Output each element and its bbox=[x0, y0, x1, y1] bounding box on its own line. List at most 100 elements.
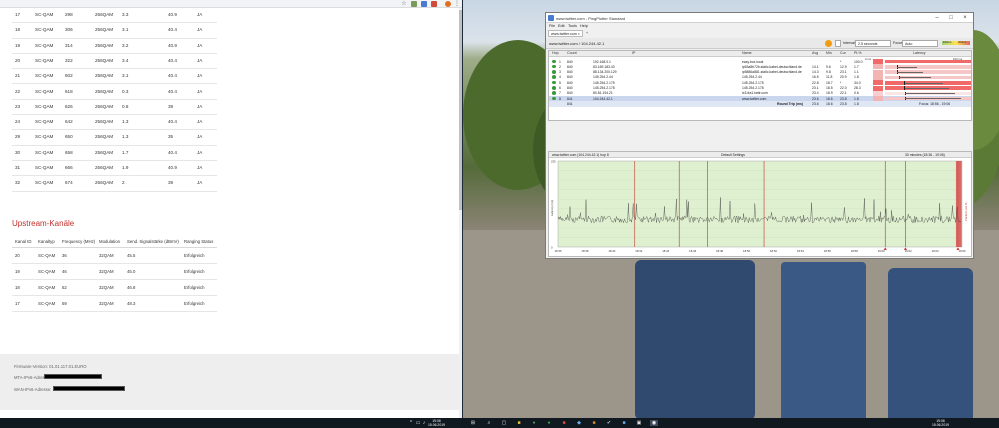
app-icon[interactable]: ■ bbox=[620, 420, 628, 426]
table-cell: 31 bbox=[15, 165, 21, 170]
app-icon[interactable]: ■ bbox=[560, 420, 568, 426]
search-icon[interactable]: ⌕ bbox=[485, 420, 493, 426]
minimize-icon[interactable]: – bbox=[931, 14, 943, 22]
table-row: 20 SC-QAM 322 256QAM 3.4 40.4 JA bbox=[12, 54, 217, 70]
avatar[interactable] bbox=[445, 1, 451, 7]
close-icon[interactable]: × bbox=[959, 14, 971, 22]
table-cell: 40.4 bbox=[168, 57, 177, 63]
chrome-icon[interactable]: ● bbox=[530, 420, 538, 426]
interval-select[interactable]: 2.5 seconds bbox=[855, 40, 891, 47]
timeline-range[interactable]: 30 minutes (18:36 - 19:06) bbox=[905, 153, 945, 157]
table-cell: 22 bbox=[15, 88, 21, 94]
latency-range-line bbox=[899, 77, 932, 78]
hop-pl: 1.8 bbox=[854, 96, 859, 101]
extension-red-icon[interactable] bbox=[431, 1, 437, 7]
focus-select[interactable]: Auto bbox=[902, 40, 938, 47]
col-ip[interactable]: IP bbox=[632, 51, 635, 57]
timeline-plot-area bbox=[557, 160, 963, 248]
table-cell: 18 bbox=[15, 285, 20, 290]
hop-status-icon bbox=[552, 70, 556, 74]
menu-file[interactable]: File bbox=[549, 24, 555, 28]
hop-avg: 23.4 bbox=[812, 91, 819, 96]
close-tab-icon[interactable]: × bbox=[578, 32, 580, 36]
pingplotter-titlebar: www.twitter.com - PingPlotter Standard –… bbox=[546, 13, 973, 23]
app-icon[interactable]: ◆ bbox=[575, 420, 583, 426]
hop-name: ip53a8b72b.static.kabel-deutschland.de bbox=[742, 64, 802, 69]
maximize-icon[interactable]: □ bbox=[945, 14, 957, 22]
table-cell: 20 bbox=[15, 57, 21, 63]
table-row: 24 SC-QAM 642 256QAM 1.3 40.4 JA bbox=[12, 115, 217, 131]
table-cell: 256QAM bbox=[95, 57, 114, 63]
taskbar-clock-secondary[interactable]: 19:06 15.06.2019 bbox=[932, 419, 949, 427]
hop-cur: 23.1 bbox=[840, 70, 847, 75]
x-tick-label: 19:06 bbox=[959, 249, 966, 253]
table-cell: SC-QAM bbox=[35, 42, 54, 48]
tray-expand-icon[interactable]: ^ bbox=[408, 420, 414, 426]
hop-count: 840 bbox=[567, 70, 573, 75]
x-tick-label: 18:36 bbox=[555, 249, 562, 253]
table-cell: 40.4 bbox=[168, 119, 177, 125]
table-cell: 256QAM bbox=[95, 165, 114, 170]
start-icon[interactable]: ⊞ bbox=[469, 420, 477, 426]
col-hop[interactable]: Hop bbox=[552, 51, 559, 57]
app-icon[interactable]: ✔ bbox=[605, 420, 613, 426]
table-cell: 59 bbox=[62, 301, 67, 306]
table-cell: JA bbox=[197, 12, 203, 17]
col-min[interactable]: Min bbox=[826, 51, 832, 57]
extension-icon[interactable] bbox=[411, 1, 417, 7]
table-cell: 40.4 bbox=[168, 149, 177, 155]
col-count[interactable]: Count bbox=[567, 51, 577, 57]
table-cell: SC-QAM bbox=[35, 165, 54, 170]
tab-target[interactable]: www.twitter.com × bbox=[548, 30, 583, 37]
shield-icon[interactable] bbox=[421, 1, 427, 7]
table-cell: 45.0 bbox=[127, 269, 136, 274]
pingplotter-taskbar-icon[interactable]: ◉ bbox=[650, 420, 658, 426]
table-cell: 21 bbox=[15, 73, 21, 79]
table-cell: Erfolgreich bbox=[184, 253, 205, 258]
hop-hop: 3 bbox=[559, 70, 561, 75]
menu-tools[interactable]: Tools bbox=[568, 24, 577, 28]
record-icon[interactable] bbox=[835, 40, 841, 47]
volume-icon[interactable]: ♪ bbox=[421, 420, 427, 426]
hop-pl: 28.3 bbox=[854, 86, 861, 90]
x-tick-label: 18:44 bbox=[662, 249, 669, 253]
table-cell: 20 bbox=[15, 253, 20, 258]
app-icon[interactable]: ● bbox=[545, 420, 553, 426]
column-header: Frequency (MHz) bbox=[62, 239, 96, 244]
upstream-table-header: Kanal ID Kanaltyp Frequency (MHz) Modulatio… bbox=[12, 234, 217, 248]
timeline-target: www.twitter.com (104.244.42.1) hop 8 bbox=[552, 153, 609, 157]
x-tick-label: 18:46 bbox=[689, 249, 696, 253]
latency-bar-bg bbox=[885, 59, 971, 64]
add-tab-button[interactable]: + bbox=[584, 30, 590, 37]
col-pl[interactable]: PL% bbox=[854, 51, 862, 57]
task-view-icon[interactable]: ▢ bbox=[500, 420, 508, 426]
file-explorer-icon[interactable]: ■ bbox=[515, 420, 523, 426]
scrollbar-thumb[interactable] bbox=[459, 10, 462, 210]
col-cur[interactable]: Cur bbox=[840, 51, 846, 57]
round-trip-min: 18.6 bbox=[826, 101, 833, 106]
timeline-plot[interactable]: 235 0 Latency (ms) Packet Loss % 18:36 18:38 1… bbox=[549, 158, 971, 256]
pause-trace-button[interactable] bbox=[825, 40, 832, 47]
table-row: 19 SC-QAM 46 32QAM 45.0 Erfolgreich bbox=[12, 264, 217, 280]
taskbar-clock[interactable]: 19:06 15.06.2019 bbox=[428, 419, 445, 427]
col-latency[interactable]: Latency bbox=[913, 51, 926, 57]
app-icon[interactable]: ▣ bbox=[635, 420, 643, 426]
table-row: 18 SC-QAM 52 32QAM 46.8 Erfolgreich bbox=[12, 280, 217, 296]
table-cell: 40.9 bbox=[168, 165, 177, 170]
hop-cur: 22.0 bbox=[840, 86, 847, 90]
menu-kebab-icon[interactable]: ⋮ bbox=[454, 1, 460, 7]
table-cell: 256QAM bbox=[95, 180, 114, 186]
menu-edit[interactable]: Edit bbox=[558, 24, 565, 28]
col-avg[interactable]: Avg bbox=[812, 51, 818, 57]
app-icon[interactable]: ■ bbox=[590, 420, 598, 426]
table-cell: SC-QAM bbox=[35, 57, 54, 63]
table-cell: 19 bbox=[15, 42, 21, 48]
table-cell: 29 bbox=[15, 134, 21, 140]
timeline-settings[interactable]: Default Settings bbox=[721, 153, 745, 157]
star-icon[interactable]: ☆ bbox=[401, 1, 407, 7]
hop-count: 840 bbox=[567, 75, 573, 80]
table-cell: 40.4 bbox=[168, 27, 177, 33]
menu-help[interactable]: Help bbox=[580, 24, 588, 28]
table-cell: 256QAM bbox=[95, 149, 114, 155]
col-name[interactable]: Name bbox=[742, 51, 752, 57]
